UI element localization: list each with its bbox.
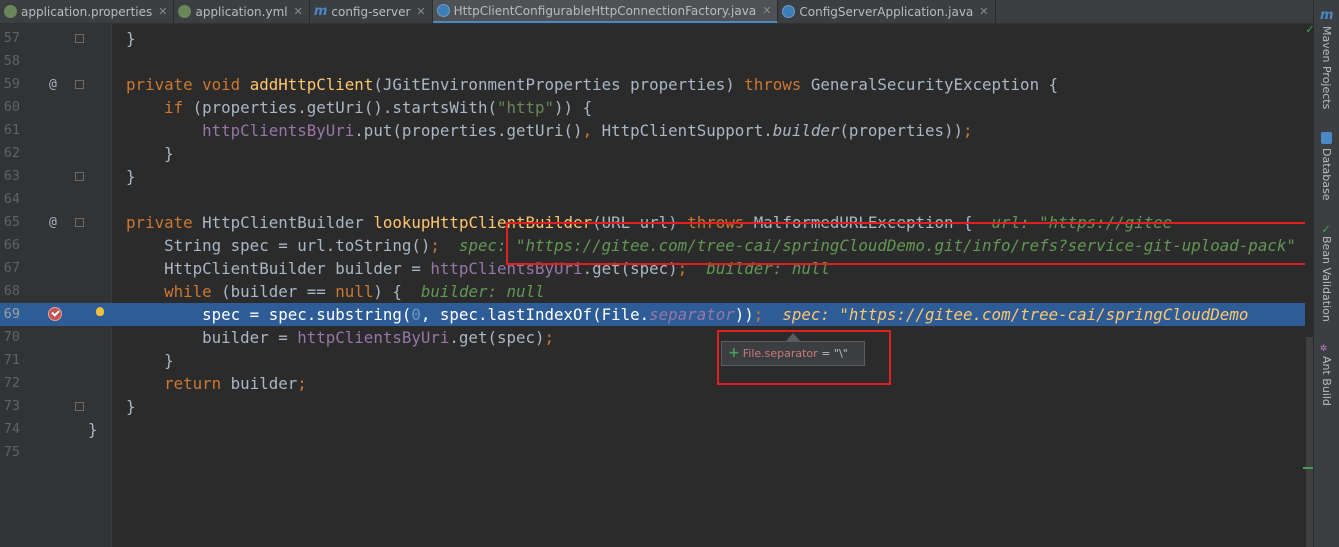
breakpoint-icon[interactable] xyxy=(48,307,62,321)
code-line: 57 } xyxy=(3,29,136,48)
spring-leaf-icon xyxy=(4,5,17,18)
spring-leaf-icon xyxy=(178,5,192,18)
java-class-icon xyxy=(782,5,796,18)
right-tool-strip: ✓ m Maven Projects Database ✓ Bean Valid… xyxy=(1306,0,1339,547)
expand-plus-icon[interactable]: + xyxy=(728,345,740,361)
code-line: 71 } xyxy=(3,351,174,370)
tab-config-server[interactable]: m config-server ✕ xyxy=(310,0,433,23)
code-line: 61 httpClientsByUri.put(properties.getUr… xyxy=(3,121,973,140)
ant-icon: ✲ xyxy=(1320,340,1328,354)
check-icon: ✓ xyxy=(1306,22,1314,37)
fold-marker-icon[interactable] xyxy=(75,218,84,227)
code-line: 75 xyxy=(3,444,20,460)
tab-config-server-application[interactable]: ConfigServerApplication.java ✕ xyxy=(778,0,996,23)
code-line: 66 String spec = url.toString(); spec: "… xyxy=(3,236,1296,255)
code-line: 58 xyxy=(3,53,20,69)
maven-icon: m xyxy=(1320,8,1334,23)
ant-build-tab[interactable]: Ant Build xyxy=(1320,356,1333,406)
code-line: 59 @ private void addHttpClient(JGitEnvi… xyxy=(3,73,1059,96)
tab-application-properties[interactable]: application.properties ✕ xyxy=(0,0,175,23)
code-line: 68 while (builder == null) { builder: nu… xyxy=(3,282,545,301)
fold-marker-icon[interactable] xyxy=(75,402,84,411)
close-icon[interactable]: ✕ xyxy=(158,5,167,18)
code-line: 73 } xyxy=(3,397,136,416)
database-icon xyxy=(1321,132,1332,144)
bean-validation-icon: ✓ xyxy=(1322,222,1330,237)
code-line: 64 xyxy=(3,191,20,207)
fold-marker-icon[interactable] xyxy=(75,34,84,43)
change-marker xyxy=(1303,467,1313,469)
scrollbar-thumb[interactable] xyxy=(1306,337,1313,547)
inline-debug-value: spec: "https://gitee.com/tree-cai/spring… xyxy=(458,236,1296,255)
code-line: 70 builder = httpClientsByUri.get(spec); xyxy=(3,328,555,347)
code-line: 72 return builder; xyxy=(3,374,307,393)
code-line: 74 } xyxy=(3,420,98,439)
database-tab[interactable]: Database xyxy=(1320,148,1333,201)
code-line: 65 @ private HttpClientBuilder lookupHtt… xyxy=(3,211,1173,234)
code-line: 60 if (properties.getUri().startsWith("h… xyxy=(3,98,593,117)
close-icon[interactable]: ✕ xyxy=(294,5,303,18)
fold-marker-icon[interactable] xyxy=(75,172,84,181)
tab-httpclient-factory[interactable]: HttpClientConfigurableHttpConnectionFact… xyxy=(432,0,779,23)
maven-projects-tab[interactable]: Maven Projects xyxy=(1320,26,1333,109)
override-annotation-icon[interactable]: @ xyxy=(49,73,57,96)
java-class-icon xyxy=(436,4,450,17)
bean-validation-tab[interactable]: Bean Validation xyxy=(1320,236,1333,322)
editor-tab-bar: application.properties ✕ application.yml… xyxy=(0,0,1313,24)
code-line: 63 } xyxy=(3,167,136,186)
maven-m-icon: m xyxy=(313,4,328,19)
close-icon[interactable]: ✕ xyxy=(979,5,988,18)
code-line: 62 } xyxy=(3,144,174,163)
tooltip-arrow xyxy=(786,333,800,341)
code-line: 67 HttpClientBuilder builder = httpClien… xyxy=(3,259,830,278)
close-icon[interactable]: ✕ xyxy=(762,4,771,17)
tab-application-yml[interactable]: application.yml ✕ xyxy=(174,0,310,23)
override-annotation-icon[interactable]: @ xyxy=(49,211,57,234)
debug-value-tooltip[interactable]: + File.separator = "\" xyxy=(721,341,865,366)
current-execution-line: 69 spec = spec.substring(0, spec.lastInd… xyxy=(0,303,1305,326)
close-icon[interactable]: ✕ xyxy=(416,5,425,18)
fold-marker-icon[interactable] xyxy=(75,80,84,89)
